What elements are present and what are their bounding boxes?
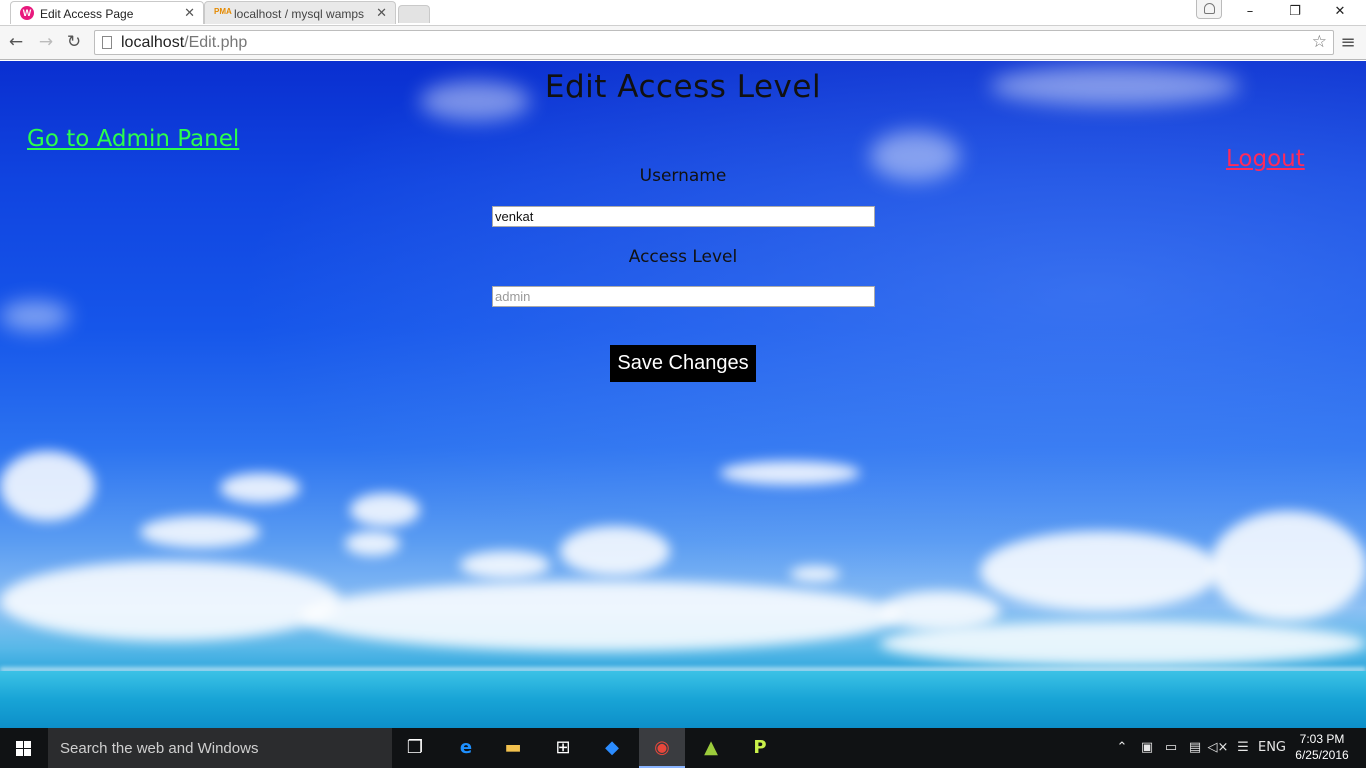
username-label: Username bbox=[639, 166, 727, 186]
cloud bbox=[460, 551, 550, 579]
action-center-icon[interactable]: ☰ bbox=[1232, 728, 1254, 768]
cloud bbox=[980, 531, 1220, 611]
chrome-menu-icon[interactable]: ≡ bbox=[1340, 32, 1356, 53]
back-arrow-icon[interactable]: ← bbox=[6, 32, 26, 52]
address-bar[interactable]: localhost/Edit.php ☆ bbox=[94, 30, 1334, 55]
volume-muted-icon[interactable]: ◁× bbox=[1207, 728, 1229, 768]
cloud bbox=[720, 461, 860, 485]
cloud bbox=[350, 493, 420, 527]
bookmark-star-icon[interactable]: ☆ bbox=[1312, 32, 1327, 52]
tab-title: localhost / mysql wampse bbox=[234, 7, 364, 21]
url-host: localhost bbox=[121, 34, 185, 51]
dropbox-icon[interactable]: ◆ bbox=[589, 728, 635, 768]
store-icon[interactable]: ⊞ bbox=[540, 728, 586, 768]
phpstorm-icon[interactable]: P bbox=[737, 728, 783, 768]
close-tab-icon[interactable]: ✕ bbox=[184, 5, 195, 21]
android-studio-icon[interactable]: ▲ bbox=[688, 728, 734, 768]
cloud bbox=[0, 451, 95, 521]
cloud bbox=[300, 581, 900, 651]
page-icon bbox=[102, 36, 112, 49]
new-tab-button[interactable] bbox=[398, 5, 430, 23]
cloud bbox=[790, 566, 840, 582]
cloud bbox=[1210, 511, 1366, 621]
tab-phpmyadmin[interactable]: PMA localhost / mysql wampse ✕ bbox=[204, 1, 396, 24]
sea bbox=[0, 671, 1366, 728]
cloud bbox=[0, 561, 340, 641]
restore-button[interactable]: ❐ bbox=[1273, 2, 1317, 22]
url-path: /Edit.php bbox=[184, 34, 248, 51]
tray-chevron-icon[interactable]: ⌃ bbox=[1112, 728, 1132, 768]
window-close-button[interactable]: ✕ bbox=[1318, 2, 1362, 22]
person-icon bbox=[1204, 3, 1215, 14]
taskbar-search-box[interactable]: Search the web and Windows bbox=[48, 728, 392, 768]
tray-app-icon[interactable]: ▣ bbox=[1137, 728, 1157, 768]
admin-panel-link[interactable]: Go to Admin Panel bbox=[27, 126, 239, 152]
windows-taskbar: Search the web and Windows ❐ e ▬ ⊞ ◆ ◉ ▲… bbox=[0, 728, 1366, 768]
reload-icon[interactable]: ↻ bbox=[64, 32, 84, 52]
cloud bbox=[140, 516, 260, 548]
url-text: localhost/Edit.php bbox=[121, 34, 247, 52]
profile-button[interactable] bbox=[1196, 0, 1222, 19]
wamp-favicon-icon: W bbox=[20, 6, 34, 20]
cloud bbox=[345, 531, 400, 556]
phpmyadmin-favicon-icon: PMA bbox=[214, 7, 232, 16]
page-content: Edit Access Level Go to Admin Panel Logo… bbox=[0, 61, 1366, 728]
tab-strip: W Edit Access Page ✕ PMA localhost / mys… bbox=[0, 0, 1366, 25]
cloud bbox=[0, 301, 70, 331]
access-level-field[interactable] bbox=[492, 286, 875, 307]
edge-icon[interactable]: e bbox=[443, 728, 489, 768]
battery-icon[interactable]: ▭ bbox=[1160, 728, 1182, 768]
tab-title: Edit Access Page bbox=[40, 7, 134, 21]
browser-toolbar: ← → ↻ localhost/Edit.php ☆ ≡ bbox=[0, 25, 1366, 60]
clock-date: 6/25/2016 bbox=[1295, 748, 1349, 762]
file-explorer-icon[interactable]: ▬ bbox=[490, 728, 536, 768]
cloud bbox=[880, 621, 1366, 666]
cloud bbox=[560, 526, 670, 576]
access-level-label: Access Level bbox=[628, 247, 738, 267]
cloud bbox=[220, 473, 300, 503]
clock-time: 7:03 PM bbox=[1299, 732, 1345, 746]
save-changes-button[interactable]: Save Changes bbox=[610, 345, 756, 382]
language-indicator[interactable]: ENG bbox=[1256, 728, 1288, 768]
tab-edit-access-page[interactable]: W Edit Access Page ✕ bbox=[10, 1, 204, 24]
forward-arrow-icon[interactable]: → bbox=[36, 32, 56, 52]
network-icon[interactable]: ▤ bbox=[1184, 728, 1206, 768]
username-field[interactable] bbox=[492, 206, 875, 227]
search-placeholder: Search the web and Windows bbox=[60, 740, 259, 757]
clock[interactable]: 7:03 PM 6/25/2016 bbox=[1290, 731, 1354, 763]
minimize-button[interactable]: – bbox=[1228, 2, 1272, 22]
windows-start-icon[interactable] bbox=[0, 728, 48, 768]
page-title: Edit Access Level bbox=[544, 69, 822, 105]
close-tab-icon[interactable]: ✕ bbox=[376, 5, 387, 21]
chrome-icon[interactable]: ◉ bbox=[639, 728, 685, 768]
task-view-icon[interactable]: ❐ bbox=[392, 728, 438, 768]
